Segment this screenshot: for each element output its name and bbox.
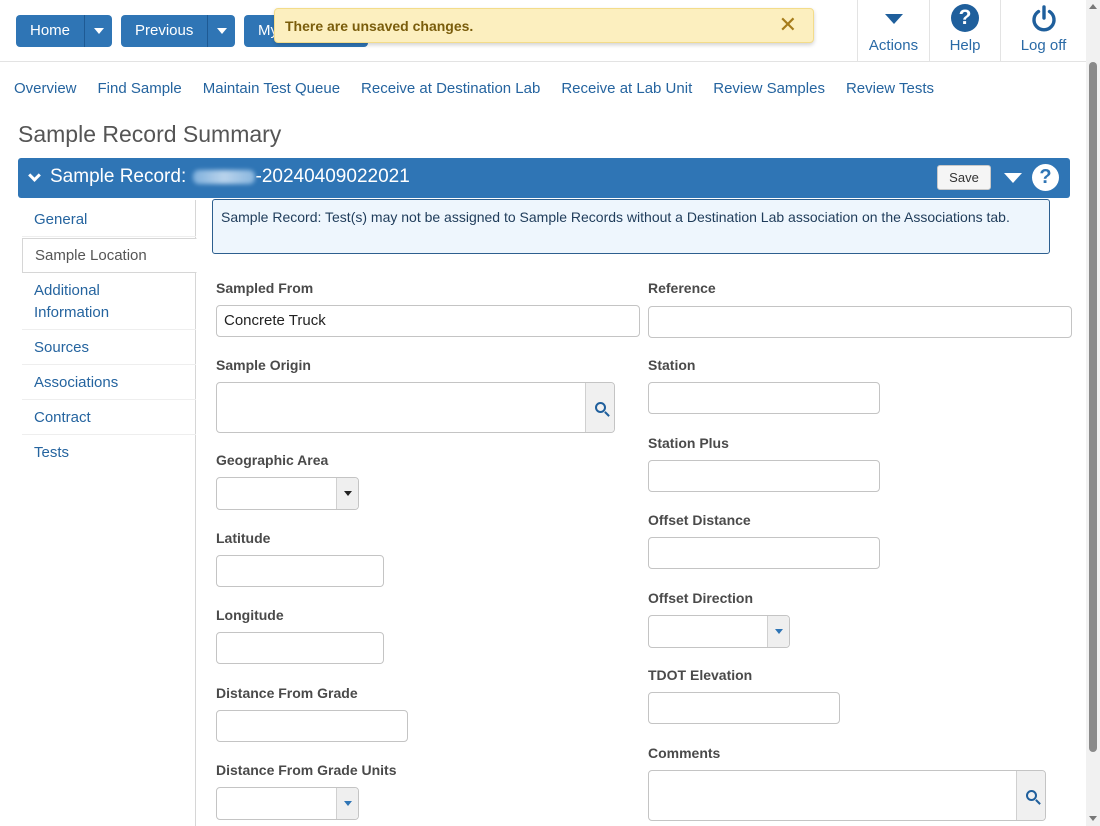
chevron-down-icon [343,801,352,806]
logoff-label: Log off [1020,37,1067,54]
tab-sources[interactable]: Sources [22,331,196,365]
toast-message: There are unsaved changes. [285,18,474,34]
geographic-area-label: Geographic Area [216,452,329,468]
station-plus-label: Station Plus [648,435,729,451]
association-warning: Sample Record: Test(s) may not be assign… [212,199,1050,254]
actions-caret-icon [884,14,903,24]
distance-from-grade-field[interactable] [216,710,408,742]
tab-sample-location[interactable]: Sample Location [22,238,197,273]
home-split-button[interactable]: Home [16,15,113,47]
chevron-down-icon [93,28,104,34]
chevron-down-icon [774,629,783,634]
scrollbar-thumb[interactable] [1089,62,1097,752]
station-field[interactable] [648,382,880,414]
station-plus-field[interactable] [648,460,880,492]
distance-from-grade-units-select[interactable] [216,787,359,820]
tab-additional-information[interactable]: Additional Information [22,274,196,330]
collapse-chevron-icon[interactable] [28,169,41,182]
record-id-suffix: -20240409022021 [255,166,410,187]
nav-link-overview[interactable]: Overview [14,80,77,97]
zoom-search-icon [594,402,606,413]
record-title: Sample Record: -20240409022021 [50,166,410,188]
close-icon[interactable]: ✕ [779,14,797,36]
logoff-button[interactable]: Log off [1000,0,1086,62]
geographic-area-select[interactable] [216,477,359,510]
sample-origin-field[interactable] [216,382,615,433]
reference-label: Reference [648,280,716,296]
nav-link-review-samples[interactable]: Review Samples [713,80,825,97]
tab-tests[interactable]: Tests [22,436,196,470]
help-button[interactable]: ? Help [929,0,1000,62]
sampled-from-field[interactable]: Concrete Truck [216,305,640,337]
power-icon [1031,5,1056,32]
nav-link-maintain-test-queue[interactable]: Maintain Test Queue [203,80,340,97]
home-button[interactable]: Home [16,15,85,47]
nav-link-receive-at-lab-unit[interactable]: Receive at Lab Unit [561,80,692,97]
save-button[interactable]: Save [937,165,991,190]
zoom-search-icon [1025,790,1037,801]
station-label: Station [648,357,696,373]
help-label: Help [949,37,981,54]
nav-links: Overview Find Sample Maintain Test Queue Re… [14,80,955,97]
record-header: Sample Record: -20240409022021 Save ? [18,158,1070,198]
comments-lookup-button[interactable] [1016,771,1045,820]
offset-distance-field[interactable] [648,537,880,569]
latitude-label: Latitude [216,530,271,546]
distance-from-grade-label: Distance From Grade [216,685,358,701]
reference-field[interactable] [648,306,1072,338]
offset-distance-label: Offset Distance [648,512,751,528]
nav-link-find-sample[interactable]: Find Sample [98,80,182,97]
nav-link-receive-at-destination-lab[interactable]: Receive at Destination Lab [361,80,540,97]
offset-direction-select[interactable] [648,615,790,648]
longitude-field[interactable] [216,632,384,664]
comments-field[interactable] [648,770,1046,821]
actions-label: Actions [868,37,919,54]
top-toolbar: Home Previous My There are unsaved chang… [0,0,1086,62]
longitude-label: Longitude [216,607,284,623]
tdot-elevation-field[interactable] [648,692,840,724]
scroll-down-arrow-icon[interactable] [1089,816,1097,821]
help-icon: ? [951,4,979,32]
previous-button[interactable]: Previous [121,15,208,47]
page-title: Sample Record Summary [18,121,282,147]
chevron-down-icon [216,28,227,34]
tab-general[interactable]: General [22,200,196,237]
record-title-prefix: Sample Record: [50,166,187,187]
record-menu-caret-icon[interactable] [1004,173,1022,183]
distance-units-dropdown-toggle[interactable] [336,788,358,819]
home-dropdown-toggle[interactable] [84,15,113,47]
offset-direction-label: Offset Direction [648,590,754,606]
distance-from-grade-units-label: Distance From Grade Units [216,762,397,778]
scroll-up-arrow-icon[interactable] [1089,4,1097,9]
sample-origin-lookup-button[interactable] [585,383,614,432]
nav-link-review-tests[interactable]: Review Tests [846,80,934,97]
side-tabs: General Sample Location Additional Infor… [22,200,197,826]
comments-label: Comments [648,745,721,761]
latitude-field[interactable] [216,555,384,587]
offset-direction-dropdown-toggle[interactable] [767,616,789,647]
tdot-elevation-label: TDOT Elevation [648,667,753,683]
sampled-from-label: Sampled From [216,280,314,296]
previous-dropdown-toggle[interactable] [207,15,236,47]
record-help-icon[interactable]: ? [1032,164,1059,191]
tab-associations[interactable]: Associations [22,366,196,400]
sample-origin-label: Sample Origin [216,357,311,373]
unsaved-changes-toast: There are unsaved changes. ✕ [274,8,814,43]
actions-button[interactable]: Actions [857,0,929,62]
chevron-down-icon [343,491,352,496]
geographic-area-dropdown-toggle[interactable] [336,478,358,509]
tab-contract[interactable]: Contract [22,401,196,435]
redacted-id-blur [192,169,255,184]
previous-split-button[interactable]: Previous [121,15,236,47]
